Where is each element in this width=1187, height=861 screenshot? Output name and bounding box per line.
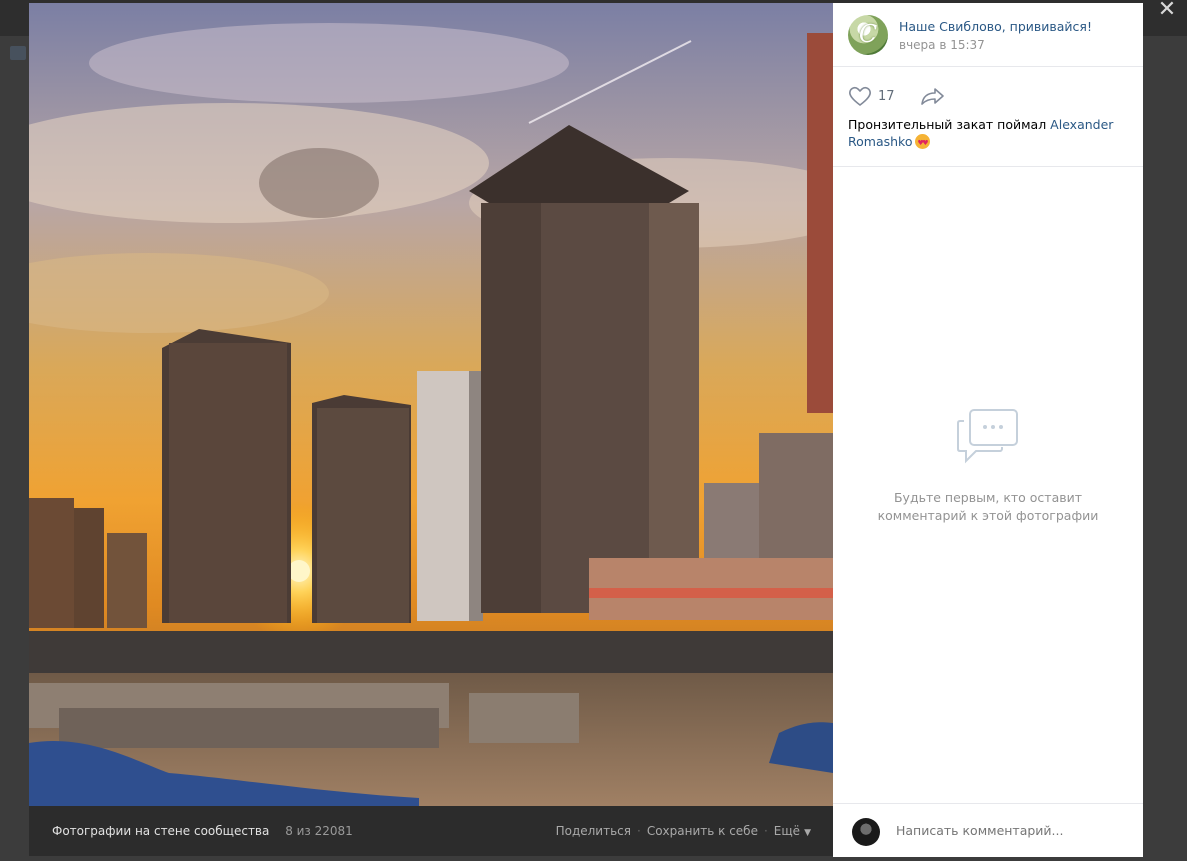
empty-text-line: комментарий к этой фотографии xyxy=(877,508,1099,523)
more-menu-link[interactable]: Ещё ▼ xyxy=(774,824,811,838)
save-photo-link[interactable]: Сохранить к себе xyxy=(647,824,758,838)
chevron-down-icon: ▼ xyxy=(804,828,811,838)
separator: · xyxy=(637,824,641,838)
more-label: Ещё xyxy=(773,824,801,838)
post-time[interactable]: вчера в 15:37 xyxy=(899,38,985,52)
user-avatar[interactable] xyxy=(852,818,880,846)
heart-eyes-emoji-icon xyxy=(915,134,931,152)
share-button[interactable] xyxy=(920,85,946,107)
photo-viewer: Фотографии на стене сообщества 8 из 2208… xyxy=(29,3,1143,857)
group-avatar[interactable]: C xyxy=(848,15,888,55)
post-actions: 17 Пронзительный закат поймал Alexander … xyxy=(833,67,1143,167)
like-button[interactable]: 17 xyxy=(848,85,895,107)
empty-comments-text: Будьте первым, кто оставит комментарий к… xyxy=(833,489,1143,525)
album-counter: 8 из 22081 xyxy=(285,824,353,838)
caption-text: Пронзительный закат поймал xyxy=(848,117,1051,132)
photo-actions: Поделиться · Сохранить к себе · Ещё ▼ xyxy=(556,824,811,838)
comment-composer xyxy=(833,803,1143,857)
photo-footer: Фотографии на стене сообщества 8 из 2208… xyxy=(29,806,833,856)
post-author: C Наше Свиблово, прививайся! вчера в 15:… xyxy=(833,3,1143,67)
empty-text-line: Будьте первым, кто оставит xyxy=(893,490,1083,505)
post-caption: Пронзительный закат поймал Alexander Rom… xyxy=(848,116,1118,152)
separator: · xyxy=(763,824,768,838)
heart-icon xyxy=(849,86,871,107)
close-icon[interactable]: ✕ xyxy=(1155,0,1179,22)
photo[interactable] xyxy=(29,3,833,806)
side-panel: C Наше Свиблово, прививайся! вчера в 15:… xyxy=(833,3,1143,857)
like-count: 17 xyxy=(878,88,895,104)
share-photo-link[interactable]: Поделиться xyxy=(556,824,631,838)
album-label[interactable]: Фотографии на стене сообщества xyxy=(52,824,269,838)
sunset-photo-illustration xyxy=(29,3,833,806)
empty-comments: Будьте первым, кто оставит комментарий к… xyxy=(833,407,1143,525)
comment-input[interactable] xyxy=(896,823,1126,838)
share-arrow-icon xyxy=(921,88,944,105)
group-name-link[interactable]: Наше Свиблово, прививайся! xyxy=(899,19,1092,34)
album-info: Фотографии на стене сообщества 8 из 2208… xyxy=(52,824,353,838)
background-page-hint xyxy=(10,46,26,60)
comments-bubble-icon xyxy=(957,409,1018,464)
group-logo-letter: C xyxy=(858,20,878,48)
